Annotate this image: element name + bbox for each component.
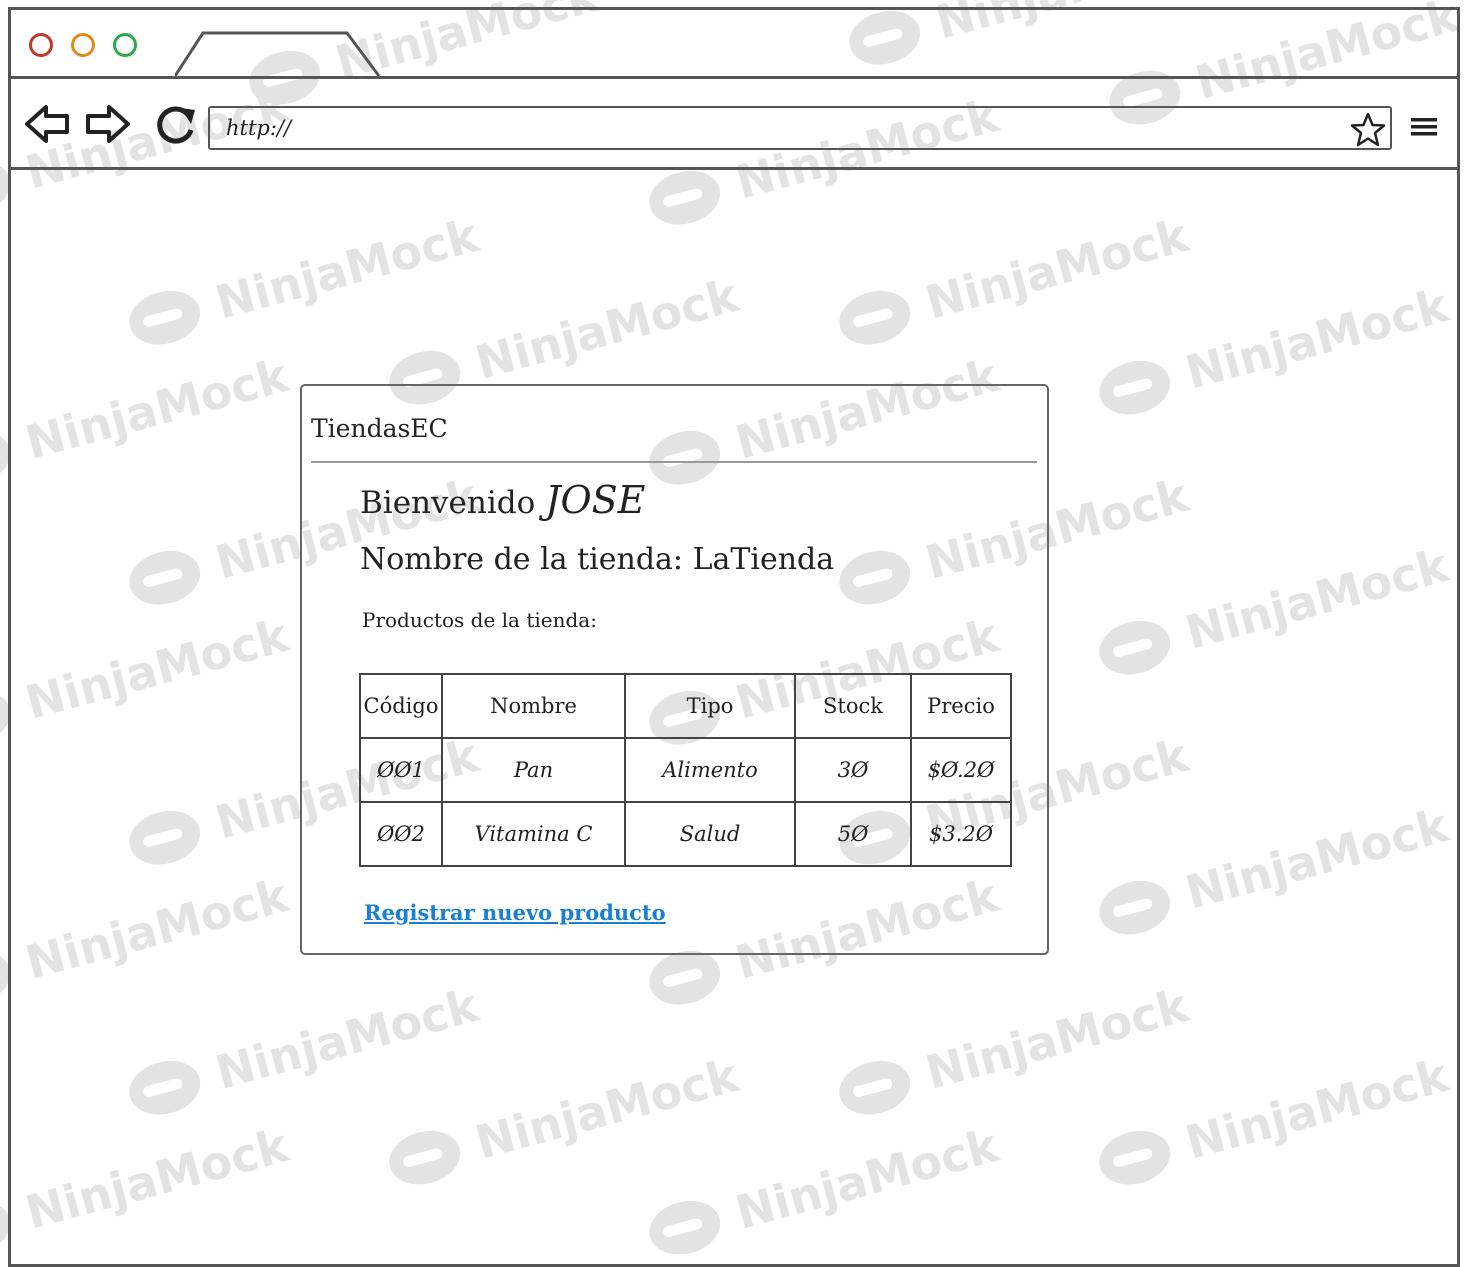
- star-icon[interactable]: [1350, 112, 1386, 148]
- table-cell-stock: 5Ø: [794, 801, 912, 867]
- column-header-nombre: Nombre: [441, 673, 626, 739]
- table-cell-codigo: ØØ2: [359, 801, 443, 867]
- browser-titlebar: [11, 10, 1457, 79]
- table-cell-codigo: ØØ1: [359, 737, 443, 803]
- table-cell-precio: $Ø.2Ø: [910, 737, 1012, 803]
- table-row: ØØ2 Vitamina C Salud 5Ø $3.2Ø: [359, 801, 1012, 867]
- store-name-heading: Nombre de la tienda: LaTienda: [360, 542, 835, 577]
- user-name: JOSE: [545, 478, 646, 522]
- products-table: Código Nombre Tipo Stock Precio ØØ1 Pan …: [359, 673, 1012, 867]
- address-bar-text: http://: [226, 116, 292, 140]
- column-header-precio: Precio: [910, 673, 1012, 739]
- maximize-window-button[interactable]: [113, 33, 137, 57]
- table-header-row: Código Nombre Tipo Stock Precio: [359, 673, 1012, 739]
- browser-navbar: http://: [11, 79, 1457, 170]
- products-label: Productos de la tienda:: [362, 608, 597, 632]
- table-cell-tipo: Alimento: [624, 737, 796, 803]
- minimize-window-button[interactable]: [71, 33, 95, 57]
- table-cell-tipo: Salud: [624, 801, 796, 867]
- header-divider: [311, 461, 1037, 463]
- register-product-link[interactable]: Registrar nuevo producto: [364, 900, 666, 925]
- forward-arrow-icon[interactable]: [85, 103, 131, 145]
- table-cell-nombre: Pan: [441, 737, 626, 803]
- column-header-stock: Stock: [794, 673, 912, 739]
- welcome-prefix: Bienvenido: [360, 485, 536, 521]
- reload-icon[interactable]: [153, 103, 199, 145]
- column-header-tipo: Tipo: [624, 673, 796, 739]
- browser-tab[interactable]: [175, 30, 381, 76]
- welcome-heading: Bienvenido JOSE: [360, 478, 645, 522]
- table-cell-nombre: Vitamina C: [441, 801, 626, 867]
- column-header-codigo: Código: [359, 673, 443, 739]
- brand-title: TiendasEC: [311, 414, 448, 443]
- close-window-button[interactable]: [29, 33, 53, 57]
- address-bar[interactable]: http://: [208, 106, 1392, 150]
- hamburger-menu-icon[interactable]: [1411, 116, 1437, 138]
- table-cell-stock: 3Ø: [794, 737, 912, 803]
- table-cell-precio: $3.2Ø: [910, 801, 1012, 867]
- table-row: ØØ1 Pan Alimento 3Ø $Ø.2Ø: [359, 737, 1012, 803]
- store-panel: TiendasEC Bienvenido JOSE Nombre de la ti…: [300, 384, 1049, 955]
- back-arrow-icon[interactable]: [24, 103, 70, 145]
